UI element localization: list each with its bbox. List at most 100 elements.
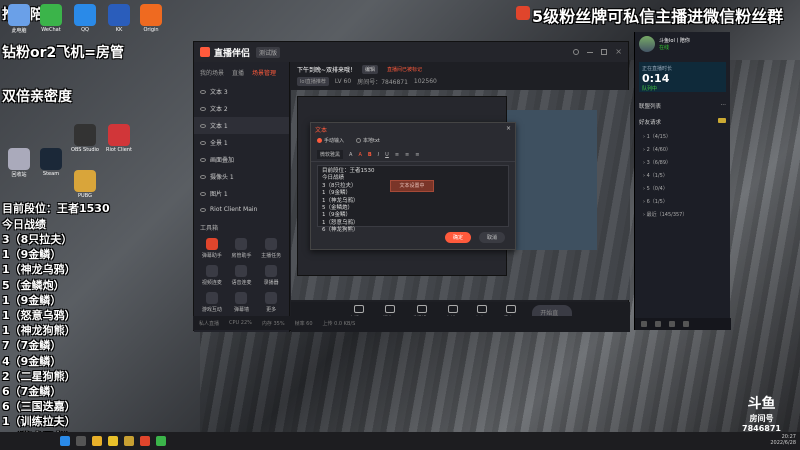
scene-item[interactable]: Riot Client Main — [194, 202, 289, 217]
app-logo: 直播伴侣 — [214, 48, 251, 59]
desktop-icon[interactable] — [108, 124, 130, 146]
explorer-icon[interactable] — [108, 436, 118, 446]
align-center-icon[interactable]: ≡ — [405, 152, 409, 158]
bold-icon[interactable]: B — [368, 152, 372, 158]
record-item: 1（神龙乌鸦） — [2, 263, 76, 277]
scene-tabs: 我的场景 直播 场景管理 — [194, 62, 289, 83]
friend-group[interactable]: › 5（0/4） — [635, 182, 730, 195]
record-item: 1（怒意乌鸦） — [2, 309, 76, 322]
section-list[interactable]: 联盟列表 ⋯ — [635, 98, 730, 114]
tool-item[interactable]: 更多 — [257, 292, 285, 313]
gift-icon[interactable] — [655, 321, 661, 327]
cancel-button[interactable]: 取消 — [478, 232, 505, 243]
tool-item[interactable]: 视频连麦 — [198, 265, 226, 286]
friend-group[interactable]: › 4（1/5） — [635, 169, 730, 182]
eye-icon[interactable] — [200, 174, 206, 179]
desktop-icon[interactable] — [74, 4, 96, 26]
eye-icon[interactable] — [200, 106, 206, 111]
more-icon[interactable]: ⋯ — [721, 102, 727, 110]
ok-button[interactable]: 确定 — [444, 232, 471, 243]
status-item: 内存 35% — [261, 320, 285, 327]
tool-icon — [265, 265, 278, 277]
dialog-close-icon[interactable]: × — [506, 125, 511, 132]
tool-item[interactable]: 主播任务 — [257, 238, 285, 259]
avatar[interactable] — [639, 36, 655, 52]
menu-icon[interactable] — [683, 321, 689, 327]
desktop-icon[interactable] — [40, 4, 62, 26]
tool-icon — [205, 238, 218, 250]
tool-item[interactable]: 弹幕墙 — [228, 292, 256, 313]
desktop-icon[interactable] — [140, 4, 162, 26]
desktop-icon[interactable] — [74, 170, 96, 192]
tool-item[interactable]: 弹幕助手 — [198, 238, 226, 259]
tray-date: 2022/6/28 — [770, 440, 796, 446]
tool-item[interactable]: 录播器 — [257, 265, 285, 286]
scene-item[interactable]: 文本 2 — [194, 100, 289, 117]
wechat-icon[interactable] — [156, 436, 166, 446]
tab-0[interactable]: 我的场景 — [200, 68, 224, 77]
text-editor[interactable]: 文本设置中 目前段位：王者1530 今日战绩 3（8只拉夫） 1（9金鳞） 1（神龙乌鸦… — [317, 165, 509, 233]
scene-item[interactable]: 文本 1 — [194, 117, 289, 134]
friend-group[interactable]: › 最近（145/357） — [635, 208, 730, 221]
friend-group[interactable]: › 6（1/5） — [635, 195, 730, 208]
scene-item[interactable]: 摄像头 1 — [194, 168, 289, 185]
league-icon[interactable] — [124, 436, 134, 446]
desktop-icon[interactable] — [40, 148, 62, 170]
align-left-icon[interactable]: ≡ — [395, 152, 399, 158]
desktop-icon[interactable] — [74, 124, 96, 146]
friend-group[interactable]: › 2（4/60） — [635, 143, 730, 156]
settings-icon[interactable] — [573, 49, 580, 55]
friend-groups: › 1（4/15） › 2（4/60） › 3（6/89） › 4（1/5） › 5（0… — [635, 130, 730, 221]
eye-icon[interactable] — [200, 157, 206, 162]
tool-item[interactable]: 游戏互动 — [198, 292, 226, 313]
chrome-icon[interactable] — [92, 436, 102, 446]
start-menu-icon[interactable] — [60, 436, 70, 446]
scene-item[interactable]: 画面叠加 — [194, 151, 289, 168]
status-item: 帧率 60 — [294, 320, 313, 327]
radio-manual[interactable]: 手动输入 — [317, 137, 344, 144]
friend-group[interactable]: › 3（6/89） — [635, 156, 730, 169]
taskbar — [0, 432, 800, 450]
close-icon[interactable]: × — [615, 48, 622, 56]
minimize-icon[interactable] — [587, 52, 594, 53]
edit-title-button[interactable]: 编辑 — [362, 65, 379, 74]
badge-icon — [718, 118, 726, 123]
font-color-icon[interactable]: A — [358, 152, 361, 158]
category-tag[interactable]: lol直播推荐 — [297, 77, 329, 86]
chat-icon[interactable] — [641, 321, 647, 327]
tab-1[interactable]: 直播 — [232, 68, 244, 77]
tool-item[interactable]: 房管助手 — [228, 238, 256, 259]
scene-item[interactable]: 图片 1 — [194, 185, 289, 202]
font-select[interactable]: 微软雅黑 — [317, 150, 344, 159]
eye-icon[interactable] — [200, 89, 206, 94]
bag-icon[interactable] — [669, 321, 675, 327]
tab-2[interactable]: 场景管理 — [252, 68, 276, 77]
italic-icon[interactable]: I — [378, 152, 379, 158]
desktop-icon[interactable] — [108, 4, 130, 26]
bottom-tool-icon — [476, 305, 487, 313]
user-name: 斗鱼lol丨陪你 — [659, 38, 690, 44]
underline-icon[interactable]: U — [385, 152, 389, 158]
desktop-icon[interactable] — [8, 4, 30, 26]
tool-item[interactable]: 语音连麦 — [228, 265, 256, 286]
radio-checked-icon — [317, 138, 322, 143]
section-friend-requests[interactable]: 好友请求 — [635, 114, 730, 130]
eye-icon[interactable] — [200, 207, 206, 212]
desktop-icon-label: 此电脑 — [11, 28, 27, 34]
desktop-icon[interactable] — [8, 148, 30, 170]
douyu-app-icon[interactable] — [140, 436, 150, 446]
maximize-icon[interactable] — [601, 49, 608, 55]
warning-text: 直播间已被标记 — [387, 67, 423, 73]
eye-icon[interactable] — [200, 191, 206, 196]
font-size-icon[interactable]: A — [349, 152, 352, 158]
align-right-icon[interactable]: ≡ — [415, 152, 419, 158]
record-item: 1（9金鳞） — [2, 293, 62, 307]
friend-group[interactable]: › 1（4/15） — [635, 130, 730, 143]
status-item: 私人直播 — [199, 320, 220, 327]
scene-item[interactable]: 文本 3 — [194, 83, 289, 100]
eye-icon[interactable] — [200, 140, 206, 145]
radio-local-txt[interactable]: 本地txt — [356, 137, 380, 144]
eye-icon[interactable] — [200, 123, 206, 128]
search-icon[interactable] — [76, 436, 86, 446]
scene-item[interactable]: 全景 1 — [194, 134, 289, 151]
